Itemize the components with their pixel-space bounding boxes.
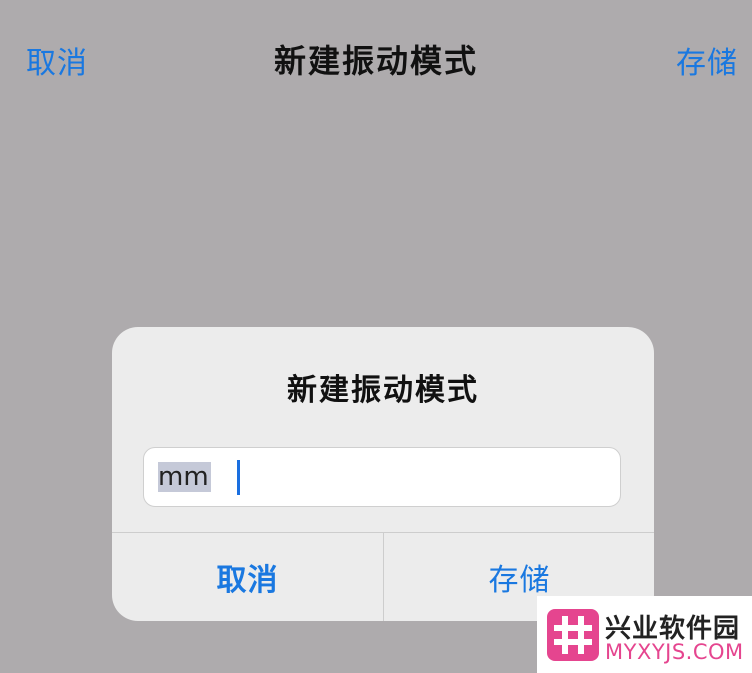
input-selected-text: mm [158,462,211,492]
watermark-url: MYXYJS.COM [605,640,744,664]
save-nav-button[interactable]: 存储 [676,38,738,82]
vibration-name-input[interactable]: mm [143,447,621,507]
navigation-bar: 取消 新建振动模式 存储 [0,0,752,115]
dialog-cancel-button[interactable]: 取消 [112,533,383,621]
hash-logo-icon [547,609,599,661]
page-title: 新建振动模式 [273,42,478,80]
text-cursor [237,460,240,495]
new-vibration-dialog: 新建振动模式 mm 取消 存储 [112,327,654,621]
watermark: 兴业软件园 MYXYJS.COM [537,596,752,673]
dialog-title: 新建振动模式 [287,373,479,408]
